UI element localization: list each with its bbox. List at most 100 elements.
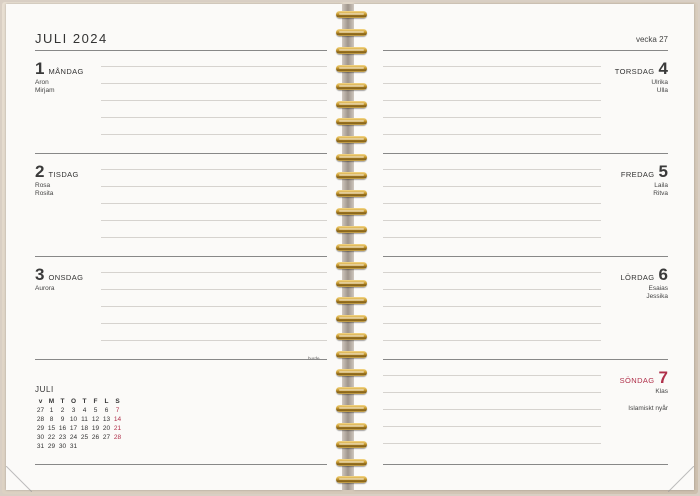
mini-calendar-week-row: 31 29 30 31	[35, 442, 123, 451]
name-day: Mirjam	[35, 86, 55, 94]
date-cell	[79, 442, 90, 451]
mini-calendar-header: S	[115, 398, 120, 405]
binding-ring	[336, 440, 367, 448]
writing-line	[383, 289, 601, 290]
date-cell: 30	[58, 443, 67, 450]
day-divider	[383, 464, 668, 465]
mini-calendar-week-row: 27 1 2 3 4 5 6 7	[35, 406, 123, 415]
date-cell: 22	[47, 434, 56, 441]
date-cell-sunday: 7	[115, 407, 120, 414]
writing-line	[383, 340, 601, 341]
date-cell: 25	[80, 434, 89, 441]
writing-line	[383, 237, 601, 238]
binding-ring	[336, 207, 367, 215]
page-corner-right	[668, 466, 694, 492]
mini-calendar-header: T	[60, 398, 65, 405]
day-name: SÖNDAG	[619, 376, 655, 385]
writing-line	[101, 289, 327, 290]
week-number: 31	[36, 443, 45, 450]
mini-calendar-header: O	[70, 398, 77, 405]
writing-line	[383, 375, 601, 376]
name-day: Aron	[35, 79, 49, 86]
binding-ring	[336, 386, 367, 394]
writing-line	[101, 323, 327, 324]
binding-ring	[336, 422, 367, 430]
binding-ring	[336, 136, 367, 144]
date-cell: 16	[58, 425, 67, 432]
writing-line	[101, 100, 327, 101]
mini-calendar: JULI v M T O T F L S 27 1 2 3 4 5 6 7 28…	[35, 385, 123, 451]
binding-ring	[336, 225, 367, 233]
writing-line	[383, 306, 601, 307]
writing-line	[101, 134, 327, 135]
name-day: Ritva	[653, 189, 668, 197]
date-cell: 29	[47, 443, 56, 450]
writing-line	[101, 306, 327, 307]
date-cell: 6	[104, 407, 109, 414]
mini-calendar-title: JULI	[35, 385, 54, 394]
holiday-label: Islamiskt nyår	[628, 404, 668, 412]
binding-ring	[336, 100, 367, 108]
mini-calendar-header: F	[93, 398, 98, 405]
binding-ring	[336, 172, 367, 180]
date-cell-sunday: 14	[113, 416, 122, 423]
writing-line	[101, 66, 327, 67]
date-cell	[101, 442, 112, 451]
writing-line	[101, 220, 327, 221]
writing-line	[383, 426, 601, 427]
date-cell: 5	[93, 407, 98, 414]
binding-ring	[336, 315, 367, 323]
date-cell: 17	[69, 425, 78, 432]
binding-ring	[336, 11, 367, 18]
writing-line	[101, 237, 327, 238]
writing-line	[101, 340, 327, 341]
date-cell: 11	[81, 416, 88, 423]
day-number: 7	[658, 368, 668, 387]
binding-ring	[336, 46, 367, 54]
day-name: ONSDAG	[48, 273, 84, 282]
writing-line	[383, 83, 601, 84]
day-name: FREDAG	[620, 170, 655, 179]
date-cell: 9	[60, 416, 65, 423]
left-page: JULI 2024 1 MÅNDAG Aron Mirjam 2 TISDAG …	[6, 4, 342, 490]
writing-line	[383, 100, 601, 101]
binding-ring	[336, 404, 367, 412]
writing-line	[383, 117, 601, 118]
binding-ring	[336, 369, 367, 376]
day-wednesday: 3 ONSDAG Aurora	[35, 266, 83, 293]
header-rule	[35, 50, 327, 51]
day-number: 6	[658, 265, 668, 284]
writing-line	[101, 83, 327, 84]
writing-line	[383, 220, 601, 221]
binding-ring	[336, 279, 367, 287]
date-cell: 1	[49, 407, 54, 414]
day-divider	[383, 359, 668, 360]
name-day: Jessika	[646, 292, 668, 300]
mini-calendar-header: v	[38, 398, 43, 405]
day-number: 4	[658, 59, 668, 78]
day-number: 3	[35, 265, 45, 284]
writing-line	[383, 323, 601, 324]
date-cell: 26	[91, 434, 100, 441]
date-cell: 12	[91, 416, 100, 423]
month-title: JULI 2024	[35, 31, 108, 46]
week-number: 28	[36, 416, 45, 423]
mini-calendar-week-row: 28 8 9 10 11 12 13 14	[35, 415, 123, 424]
binding-ring	[336, 243, 367, 251]
day-name: TORSDAG	[614, 67, 655, 76]
mini-calendar-week-row: 29 15 16 17 18 19 20 21	[35, 424, 123, 433]
binding-ring	[336, 351, 367, 359]
date-cell-sunday: 28	[113, 434, 122, 441]
writing-line	[383, 409, 601, 410]
writing-line	[101, 272, 327, 273]
name-day: Rosita	[35, 189, 54, 197]
day-name: LÖRDAG	[620, 273, 655, 282]
date-cell: 24	[69, 434, 78, 441]
day-number: 5	[658, 162, 668, 181]
binding-ring	[336, 190, 367, 197]
writing-line	[383, 272, 601, 273]
day-divider	[35, 153, 327, 154]
writing-line	[101, 203, 327, 204]
binding-ring	[336, 64, 367, 72]
date-cell: 20	[102, 425, 111, 432]
